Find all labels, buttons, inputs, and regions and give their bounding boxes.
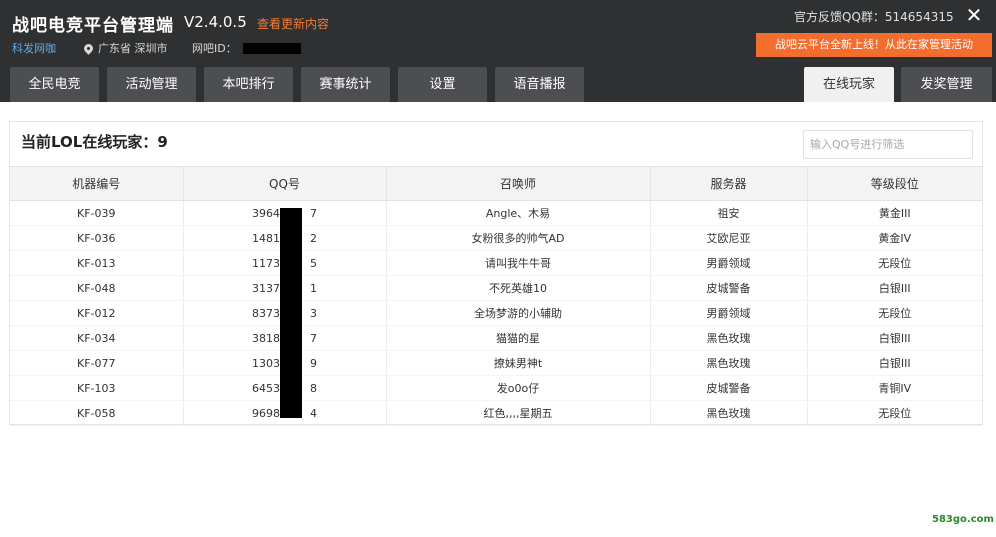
- online-players-panel: 当前LOL在线玩家：9 机器编号 QQ号 召唤师 服务器 等级段位 KF-039…: [9, 121, 983, 426]
- cell-rank: 无段位: [807, 250, 982, 276]
- cell-summoner: 女粉很多的帅气AD: [386, 225, 651, 251]
- table-row[interactable]: KF-058 9698 4 红色,,,,星期五 黑色玫瑰 无段位: [10, 400, 982, 426]
- column-header-server: 服务器: [650, 166, 808, 201]
- cell-summoner: 红色,,,,星期五: [386, 400, 651, 426]
- tab-voice-broadcast[interactable]: 语音播报: [495, 67, 584, 102]
- cell-summoner: 不死英雄10: [386, 275, 651, 301]
- app-version: V2.4.0.5: [184, 13, 247, 31]
- cell-machine: KF-034: [10, 325, 184, 351]
- table-row[interactable]: KF-103 6453 8 发o0o仔 皮城警备 青铜IV: [10, 375, 982, 401]
- cell-rank: 白银III: [807, 325, 982, 351]
- table-row[interactable]: KF-039 3964 7 Angle、木易 祖安 黄金III: [10, 200, 982, 226]
- cafe-id-redaction: [242, 42, 301, 54]
- cafe-id-label: 网吧ID：: [192, 42, 237, 55]
- table-header-row: 机器编号 QQ号 召唤师 服务器 等级段位: [10, 166, 982, 201]
- cell-summoner: 发o0o仔: [386, 375, 651, 401]
- tab-award-management[interactable]: 发奖管理: [901, 67, 992, 102]
- cell-rank: 青铜IV: [807, 375, 982, 401]
- column-header-summoner: 召唤师: [386, 166, 651, 201]
- online-players-table: 机器编号 QQ号 召唤师 服务器 等级段位 KF-039 3964 7 Angle…: [10, 166, 982, 426]
- table-row[interactable]: KF-036 1481 2 女粉很多的帅气AD 艾欧尼亚 黄金IV: [10, 225, 982, 251]
- online-count-title: 当前LOL在线玩家：9: [21, 133, 168, 151]
- cell-rank: 白银III: [807, 350, 982, 376]
- cell-server: 黑色玫瑰: [650, 350, 808, 376]
- tab-activity-management[interactable]: 活动管理: [107, 67, 196, 102]
- cell-rank: 无段位: [807, 300, 982, 326]
- cell-machine: KF-012: [10, 300, 184, 326]
- cell-rank: 无段位: [807, 400, 982, 426]
- cell-rank: 黄金IV: [807, 225, 982, 251]
- cell-server: 皮城警备: [650, 275, 808, 301]
- view-update-link[interactable]: 查看更新内容: [257, 15, 329, 32]
- table-row[interactable]: KF-012 8373 3 全场梦游的小辅助 男爵领域 无段位: [10, 300, 982, 326]
- close-button[interactable]: ✕: [962, 4, 986, 26]
- cell-summoner: 请叫我牛牛哥: [386, 250, 651, 276]
- cell-machine: KF-048: [10, 275, 184, 301]
- site-watermark: 583go.com: [932, 514, 994, 525]
- feedback-qq-group: 官方反馈QQ群：514654315: [794, 10, 954, 24]
- cell-summoner: 撩妹男神t: [386, 350, 651, 376]
- tab-settings[interactable]: 设置: [398, 67, 487, 102]
- qq-filter-input[interactable]: [803, 130, 973, 159]
- cell-machine: KF-058: [10, 400, 184, 426]
- tab-online-players[interactable]: 在线玩家: [804, 67, 894, 102]
- cell-server: 艾欧尼亚: [650, 225, 808, 251]
- location-pin-icon: [82, 41, 95, 55]
- qq-redaction-bar: [280, 208, 302, 418]
- table-row[interactable]: KF-013 1173 5 请叫我牛牛哥 男爵领域 无段位: [10, 250, 982, 276]
- cell-summoner: 猫猫的星: [386, 325, 651, 351]
- cell-machine: KF-103: [10, 375, 184, 401]
- app-window: 战吧电竞平台管理端 V2.4.0.5 查看更新内容 科发网咖 广东省 深圳市 网…: [0, 0, 996, 537]
- tab-match-statistics[interactable]: 赛事统计: [301, 67, 390, 102]
- cafe-id: 网吧ID：: [192, 40, 301, 56]
- cafe-location: 广东省 深圳市: [82, 40, 168, 56]
- cell-machine: KF-013: [10, 250, 184, 276]
- column-header-rank: 等级段位: [807, 166, 982, 201]
- cell-server: 祖安: [650, 200, 808, 226]
- cell-rank: 黄金III: [807, 200, 982, 226]
- cell-summoner: 全场梦游的小辅助: [386, 300, 651, 326]
- tab-cafe-ranking[interactable]: 本吧排行: [204, 67, 293, 102]
- cell-server: 黑色玫瑰: [650, 325, 808, 351]
- column-header-qq: QQ号: [183, 166, 387, 201]
- close-icon: ✕: [965, 3, 983, 27]
- cell-server: 皮城警备: [650, 375, 808, 401]
- table-row[interactable]: KF-034 3818 7 猫猫的星 黑色玫瑰 白银III: [10, 325, 982, 351]
- cafe-name: 科发网咖: [12, 42, 56, 55]
- table-row[interactable]: KF-077 1303 9 撩妹男神t 黑色玫瑰 白银III: [10, 350, 982, 376]
- cloud-platform-promo-button[interactable]: 战吧云平台全新上线！从此在家管理活动: [756, 33, 992, 57]
- cell-server: 男爵领域: [650, 250, 808, 276]
- cell-server: 男爵领域: [650, 300, 808, 326]
- location-text: 广东省 深圳市: [98, 42, 168, 55]
- cell-server: 黑色玫瑰: [650, 400, 808, 426]
- table-row[interactable]: KF-048 3137 1 不死英雄10 皮城警备 白银III: [10, 275, 982, 301]
- title-bar: 战吧电竞平台管理端 V2.4.0.5 查看更新内容 科发网咖 广东省 深圳市 网…: [0, 0, 996, 102]
- column-header-machine: 机器编号: [10, 166, 184, 201]
- cell-machine: KF-077: [10, 350, 184, 376]
- cell-summoner: Angle、木易: [386, 200, 651, 226]
- cell-rank: 白银III: [807, 275, 982, 301]
- app-title: 战吧电竞平台管理端: [12, 16, 174, 36]
- cell-machine: KF-036: [10, 225, 184, 251]
- tab-national-esports[interactable]: 全民电竞: [10, 67, 99, 102]
- cell-machine: KF-039: [10, 200, 184, 226]
